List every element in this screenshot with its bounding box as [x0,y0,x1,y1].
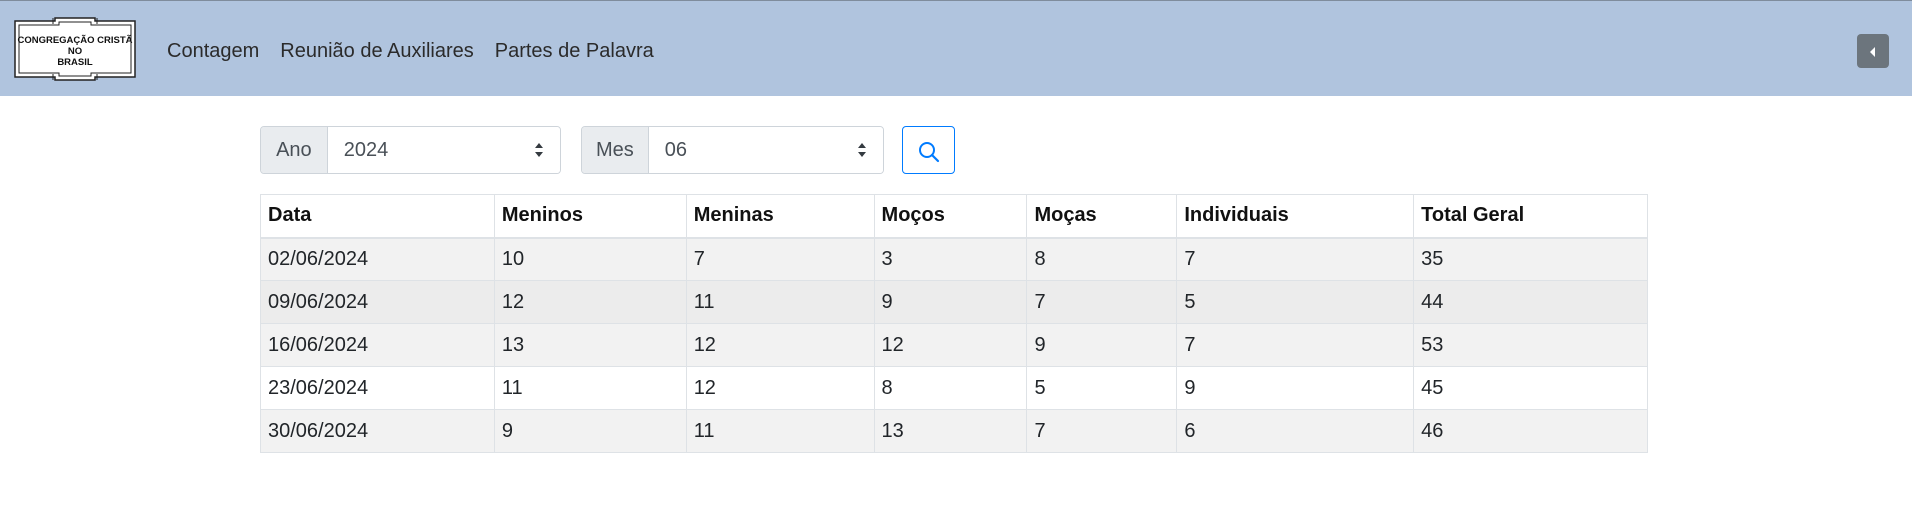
table-cell: 11 [685,409,875,453]
table-cell: 9 [1026,323,1178,367]
table-cell: 09/06/2024 [260,280,495,324]
year-value: 2024 [343,138,389,161]
year-select[interactable]: 2024 [327,127,560,173]
table-header-row: Data Meninos Meninas Moços Moças Individ… [260,194,1648,239]
month-value: 06 [664,138,688,161]
column-header-meninas: Meninas [685,194,875,239]
table-cell: 23/06/2024 [260,366,495,410]
table-cell: 7 [685,237,875,281]
column-header-individuais: Individuais [1176,194,1415,239]
nav-partes-de-palavra[interactable]: Partes de Palavra [495,39,654,63]
top-navbar: CONGREGAÇÃO CRISTÃ NO BRASIL Contagem Re… [0,0,1912,96]
table-cell: 7 [1176,237,1415,281]
table-cell: 9 [493,409,687,453]
table-row: 30/06/2024 9 11 13 7 6 46 [260,409,1648,453]
table-row: 16/06/2024 13 12 12 9 7 53 [260,323,1648,367]
table-cell: 11 [493,366,687,410]
table-row: 09/06/2024 12 11 9 7 5 44 [260,280,1648,324]
main-nav: Contagem Reunião de Auxiliares Partes de… [167,39,675,63]
column-header-mocas: Moças [1026,194,1178,239]
nav-contagem[interactable]: Contagem [167,39,259,63]
table-cell: 7 [1026,280,1178,324]
select-arrows-icon [535,143,543,157]
table-cell: 10 [493,237,687,281]
table-cell: 16/06/2024 [260,323,495,367]
year-label: Ano [261,127,328,173]
sidebar-toggle-button[interactable] [1857,34,1889,68]
table-cell: 8 [1026,237,1178,281]
table-cell: 5 [1026,366,1178,410]
table-cell: 11 [685,280,875,324]
table-row: 23/06/2024 11 12 8 5 9 45 [260,366,1648,410]
report-table: Data Meninos Meninas Moços Moças Individ… [260,194,1648,453]
month-select[interactable]: 06 [648,127,883,173]
table-cell: 35 [1413,237,1648,281]
search-button[interactable] [902,126,955,174]
column-header-mocos: Moços [873,194,1028,239]
logo-line-2: NO [67,46,83,57]
table-cell: 12 [493,280,687,324]
column-header-meninos: Meninos [493,194,687,239]
table-cell: 7 [1026,409,1178,453]
year-filter-group: Ano 2024 [260,126,561,174]
table-cell: 8 [873,366,1028,410]
table-cell: 12 [685,323,875,367]
table-cell: 02/06/2024 [260,237,495,281]
table-cell: 7 [1176,323,1415,367]
table-cell: 53 [1413,323,1648,367]
table-cell: 13 [493,323,687,367]
table-cell: 44 [1413,280,1648,324]
search-icon [919,142,940,163]
table-cell: 6 [1176,409,1415,453]
table-cell: 12 [873,323,1028,367]
table-cell: 13 [873,409,1028,453]
logo-text: CONGREGAÇÃO CRISTÃ NO BRASIL [13,35,137,68]
table-cell: 45 [1413,366,1648,410]
caret-left-icon [1870,47,1875,57]
table-cell: 12 [685,366,875,410]
logo-line-3: BRASIL [57,57,93,68]
month-label: Mes [582,127,649,173]
month-filter-group: Mes 06 [581,126,884,174]
nav-reuniao-de-auxiliares[interactable]: Reunião de Auxiliares [280,39,473,63]
table-cell: 9 [1176,366,1415,410]
column-header-data: Data [260,194,495,239]
table-cell: 46 [1413,409,1648,453]
select-arrows-icon [858,143,866,157]
table-cell: 5 [1176,280,1415,324]
logo[interactable]: CONGREGAÇÃO CRISTÃ NO BRASIL [13,17,137,81]
table-cell: 9 [873,280,1028,324]
logo-line-1: CONGREGAÇÃO CRISTÃ [17,35,133,46]
table-cell: 30/06/2024 [260,409,495,453]
column-header-total-geral: Total Geral [1413,194,1648,239]
table-row: 02/06/2024 10 7 3 8 7 35 [260,237,1648,281]
table-cell: 3 [873,237,1028,281]
